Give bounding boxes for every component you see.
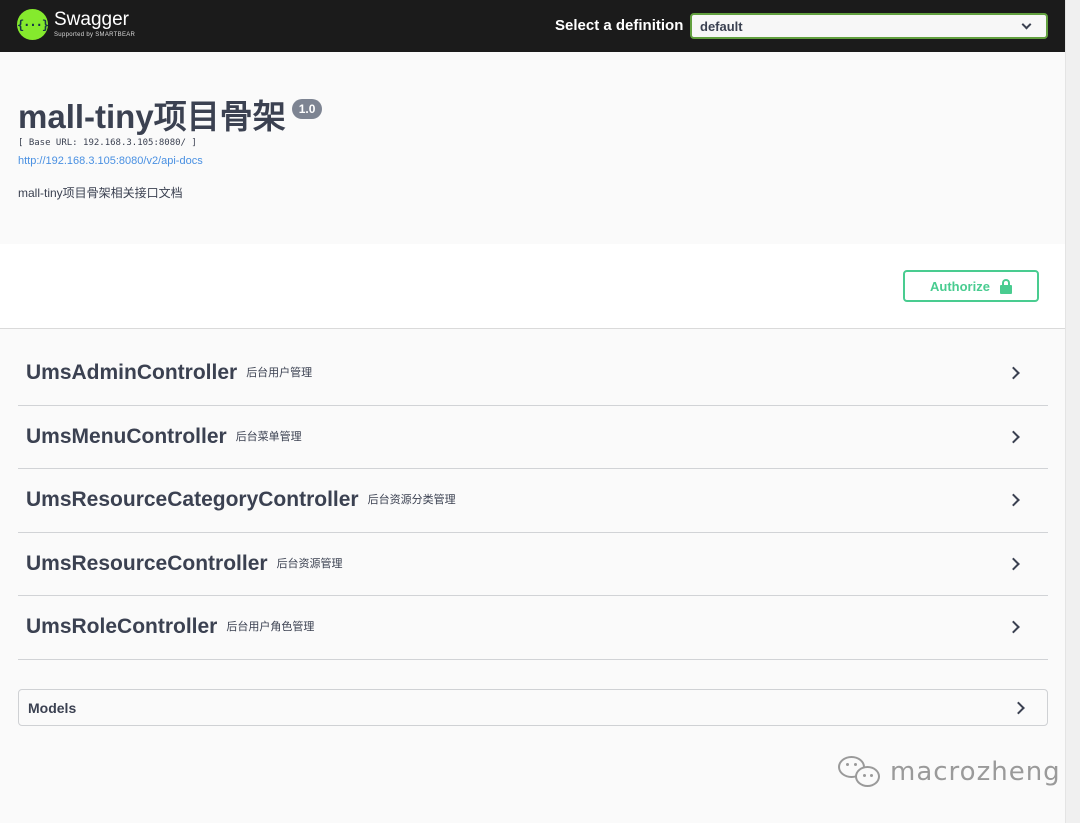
title-row: mall-tiny项目骨架 1.0 — [18, 97, 323, 137]
base-url: [ Base URL: 192.168.3.105:8080/ ] — [18, 138, 197, 148]
chevron-right-icon — [1007, 430, 1020, 444]
controller-name: UmsRoleController — [26, 615, 218, 639]
page-title: mall-tiny项目骨架 — [18, 98, 286, 135]
controller-description: 后台菜单管理 — [235, 430, 302, 443]
controller-description: 后台资源管理 — [276, 557, 343, 570]
models-label: Models — [28, 699, 77, 716]
definition-label: Select a definition — [555, 17, 684, 34]
api-docs-link[interactable]: http://192.168.3.105:8080/v2/api-docs — [18, 154, 203, 168]
chevron-right-icon — [1007, 493, 1020, 507]
authorize-button[interactable]: Authorize — [903, 270, 1039, 302]
controller-list: UmsAdminController 后台用户管理 UmsMenuControl… — [18, 342, 1048, 660]
controller-description: 后台用户角色管理 — [226, 621, 315, 634]
controller-name: UmsMenuController — [26, 424, 227, 448]
controller-tag[interactable]: UmsResourceController 后台资源管理 — [18, 533, 1048, 596]
wechat-icon — [838, 754, 884, 790]
topbar: {···} Swagger Supported by SMARTBEAR Sel… — [0, 0, 1065, 52]
chevron-down-icon — [1021, 19, 1032, 29]
definition-select[interactable]: default — [690, 13, 1048, 39]
version-badge: 1.0 — [291, 99, 323, 119]
lock-icon — [999, 278, 1012, 294]
controller-tag[interactable]: UmsRoleController 后台用户角色管理 — [18, 596, 1048, 660]
chevron-right-icon — [1012, 701, 1025, 714]
brand-name: Swagger — [54, 9, 129, 30]
schemes-section: Authorize — [0, 244, 1065, 329]
brand-text: Swagger Supported by SMARTBEAR — [54, 9, 135, 39]
watermark-text: macrozheng — [890, 757, 1061, 787]
models-section[interactable]: Models — [18, 689, 1048, 726]
authorize-label: Authorize — [930, 278, 990, 294]
api-info: mall-tiny项目骨架 1.0 [ Base URL: 192.168.3.… — [0, 52, 1065, 244]
controller-description: 后台用户管理 — [246, 367, 313, 380]
controller-tag[interactable]: UmsMenuController 后台菜单管理 — [18, 406, 1048, 469]
controller-name: UmsAdminController — [26, 361, 238, 385]
chevron-right-icon — [1007, 557, 1020, 571]
controller-tag[interactable]: UmsResourceCategoryController 后台资源分类管理 — [18, 469, 1048, 533]
controller-tag[interactable]: UmsAdminController 后台用户管理 — [18, 342, 1048, 406]
controller-name: UmsResourceCategoryController — [26, 488, 359, 512]
swagger-logo-icon: {···} — [17, 9, 49, 40]
brand-subtitle: Supported by SMARTBEAR — [54, 32, 136, 38]
definition-select-value: default — [700, 18, 743, 34]
swagger-brand[interactable]: {···} Swagger Supported by SMARTBEAR — [17, 9, 135, 43]
controller-description: 后台资源分类管理 — [367, 494, 456, 507]
chevron-right-icon — [1007, 620, 1020, 634]
chevron-right-icon — [1007, 366, 1020, 380]
watermark: macrozheng — [838, 754, 1061, 790]
vertical-scrollbar[interactable] — [1065, 0, 1080, 823]
controller-name: UmsResourceController — [26, 551, 268, 575]
api-description: mall-tiny项目骨架相关接口文档 — [18, 186, 183, 200]
